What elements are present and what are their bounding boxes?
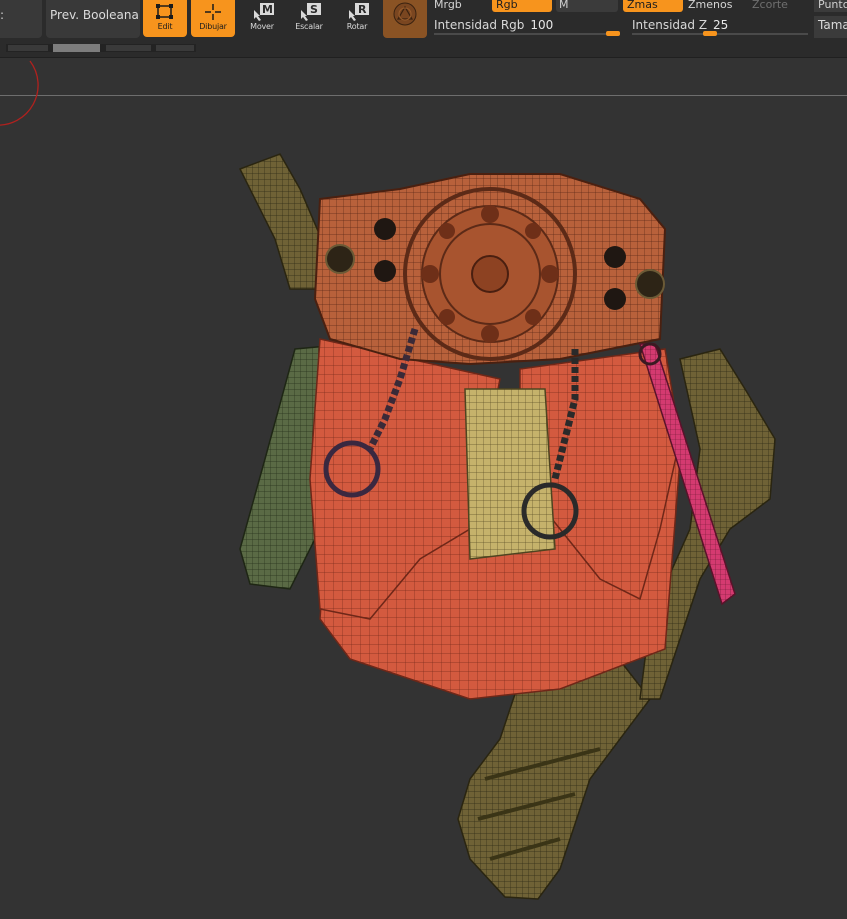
mini-scrollbar[interactable]	[6, 44, 196, 52]
top-toolbar: : Prev. Booleana Edit Dibujar M Mover S …	[0, 0, 847, 58]
move-icon: M	[254, 3, 274, 21]
z-intensity-thumb[interactable]	[703, 31, 717, 36]
m-button[interactable]: M	[556, 0, 618, 12]
truncated-button[interactable]: :	[0, 0, 42, 38]
rgb-intensity-track	[434, 33, 620, 35]
punto-button[interactable]: Punto	[814, 0, 847, 12]
rotate-label: Rotar	[346, 22, 368, 31]
z-intensity-value: 25	[713, 18, 729, 32]
prev-booleana-button[interactable]: Prev. Booleana	[46, 0, 140, 38]
rgb-intensity-text: Intensidad Rgb 100	[434, 18, 553, 32]
svg-text:R: R	[358, 3, 367, 16]
zmas-button[interactable]: Zmas	[623, 0, 683, 12]
brush-cursor-arc	[0, 60, 39, 126]
truncated-button-label: :	[0, 8, 5, 22]
svg-text:S: S	[310, 3, 318, 16]
scroll-segment	[156, 45, 194, 51]
edit-icon	[156, 4, 173, 19]
mrgb-button[interactable]: Mrgb	[434, 0, 488, 12]
scroll-thumb[interactable]	[53, 44, 100, 52]
zmenos-button[interactable]: Zmenos	[686, 0, 746, 12]
rgb-button[interactable]: Rgb	[492, 0, 552, 12]
scale-label: Escalar	[295, 22, 323, 31]
draw-icon	[205, 4, 221, 20]
rgb-intensity-value: 100	[530, 18, 554, 32]
draw-label: Dibujar	[199, 22, 227, 31]
scale-button[interactable]: S Escalar	[288, 0, 330, 37]
z-intensity-label: Intensidad Z	[632, 18, 708, 32]
rgb-intensity-thumb[interactable]	[606, 31, 620, 36]
draw-button[interactable]: Dibujar	[191, 0, 235, 37]
scroll-segment	[8, 45, 48, 51]
rgb-intensity-slider[interactable]: Intensidad Rgb 100	[434, 16, 620, 38]
edit-button[interactable]: Edit	[143, 0, 187, 37]
sphere-icon	[393, 2, 417, 26]
move-label: Mover	[250, 22, 274, 31]
3d-viewport[interactable]	[0, 59, 847, 919]
kilt-armor-model	[0, 60, 776, 900]
rotate-icon: R	[349, 3, 369, 21]
celtic-buckle	[403, 187, 577, 361]
z-intensity-slider[interactable]: Intensidad Z 25	[632, 16, 808, 38]
material-mode-button[interactable]	[383, 0, 427, 38]
tama-slider[interactable]: Tama	[814, 16, 847, 38]
zcorte-button[interactable]: Zcorte	[748, 0, 808, 12]
z-intensity-track	[632, 33, 808, 35]
svg-text:M: M	[262, 3, 273, 16]
scroll-segment	[106, 45, 151, 51]
z-intensity-text: Intensidad Z 25	[632, 18, 728, 32]
edit-label: Edit	[157, 22, 173, 31]
tama-label: Tama	[818, 18, 847, 32]
scale-icon: S	[301, 3, 321, 21]
move-button[interactable]: M Mover	[241, 0, 283, 37]
rotate-button[interactable]: R Rotar	[336, 0, 378, 37]
rgb-intensity-label: Intensidad Rgb	[434, 18, 525, 32]
